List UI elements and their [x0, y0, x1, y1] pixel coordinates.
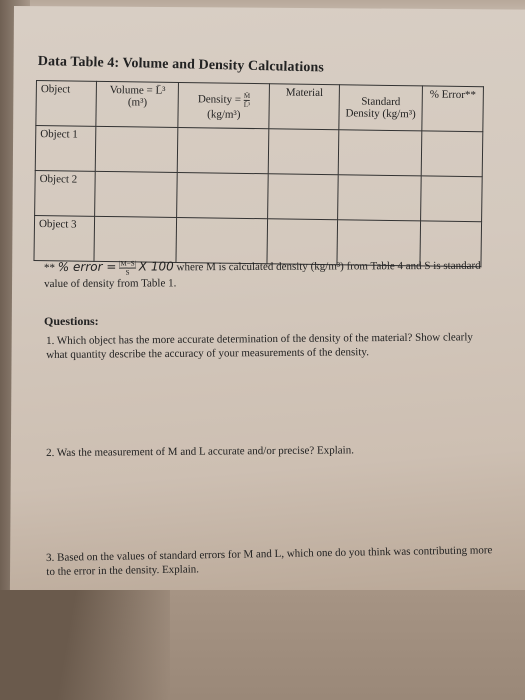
table-row: Object 2: [34, 170, 483, 222]
header-standard-label: Standard: [361, 95, 401, 109]
header-volume: Volume = L̄³ (m³): [96, 81, 179, 128]
footnote-marker: **: [44, 261, 58, 275]
cell-standard-density[interactable]: [337, 174, 422, 221]
cell-density[interactable]: [177, 172, 269, 219]
header-density-label: Density =: [197, 93, 242, 106]
header-standard-unit: Density (kg/m³): [345, 107, 416, 121]
cell-material[interactable]: [268, 128, 339, 175]
header-density: Density = M̄ L̄³ (kg/m³): [178, 82, 270, 129]
cell-density[interactable]: [177, 127, 270, 174]
header-standard-density: Standard Density (kg/m³): [338, 84, 423, 131]
header-material-label: Material: [285, 86, 324, 100]
header-percent-error: % Error**: [421, 85, 484, 132]
header-material: Material: [269, 83, 340, 130]
header-object: Object: [35, 80, 97, 127]
questions-heading: Questions:: [44, 314, 99, 328]
background-lower-dark: [0, 590, 170, 700]
cell-percent-error[interactable]: [421, 130, 483, 177]
table-row: Object 1: [35, 125, 483, 177]
cell-volume[interactable]: [94, 216, 178, 263]
formula-denominator: S: [125, 268, 130, 277]
header-object-label: Object: [40, 83, 71, 96]
cell-volume[interactable]: [95, 126, 179, 173]
formula-rhs: X 100: [138, 259, 174, 274]
percent-error-footnote: ** % error = |M−S| S X 100 where M is ca…: [44, 258, 504, 292]
density-fraction-num: M̄: [243, 91, 251, 101]
row-label: Object 1: [35, 125, 97, 172]
density-fraction: M̄ L̄³: [243, 91, 251, 109]
cell-density[interactable]: [176, 217, 268, 264]
formula-lhs: % error =: [57, 259, 117, 274]
formula-fraction: |M−S| S: [119, 259, 137, 277]
header-volume-unit: (m³): [127, 96, 148, 109]
cell-material[interactable]: [267, 173, 339, 220]
row-label: Object 3: [33, 215, 95, 262]
density-fraction-den: L̄³: [243, 100, 251, 109]
header-percent-error-label: % Error**: [429, 88, 476, 102]
table-header-row: Object Volume = L̄³ (m³) Density = M̄ L̄…: [35, 80, 484, 132]
header-density-unit: (kg/m³): [207, 108, 241, 121]
cell-standard-density[interactable]: [338, 129, 422, 176]
cell-volume[interactable]: [94, 171, 178, 218]
question-1: 1. Which object has the more accurate de…: [46, 331, 473, 361]
density-data-table: Object Volume = L̄³ (m³) Density = M̄ L̄…: [33, 80, 484, 267]
formula-numerator: |M−S|: [119, 259, 137, 269]
header-volume-label: Volume = L̄³: [109, 84, 166, 97]
row-label: Object 2: [34, 170, 96, 217]
cell-percent-error[interactable]: [420, 175, 483, 222]
